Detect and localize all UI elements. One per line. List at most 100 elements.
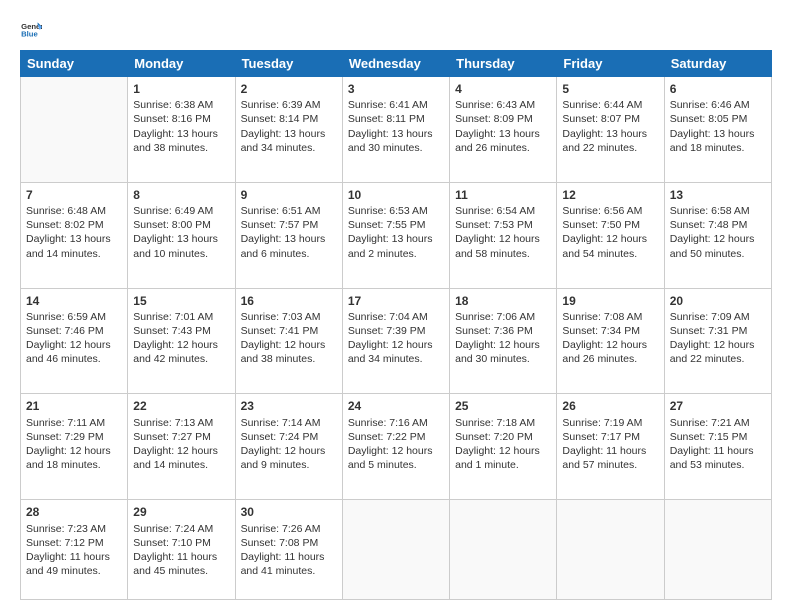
- day-number: 9: [241, 187, 337, 203]
- sunrise: Sunrise: 7:16 AM: [348, 417, 428, 429]
- daylight: Daylight: 12 hours and 9 minutes.: [241, 445, 326, 471]
- sunrise: Sunrise: 6:49 AM: [133, 205, 213, 217]
- day-number: 15: [133, 293, 229, 309]
- calendar-cell: 28 Sunrise: 7:23 AM Sunset: 7:12 PM Dayl…: [21, 500, 128, 600]
- sunset: Sunset: 7:53 PM: [455, 219, 533, 231]
- sunrise: Sunrise: 7:11 AM: [26, 417, 105, 429]
- calendar-cell: 8 Sunrise: 6:49 AM Sunset: 8:00 PM Dayli…: [128, 182, 235, 288]
- sunrise: Sunrise: 6:54 AM: [455, 205, 535, 217]
- sunrise: Sunrise: 7:19 AM: [562, 417, 642, 429]
- sunrise: Sunrise: 6:41 AM: [348, 99, 428, 111]
- sunset: Sunset: 7:08 PM: [241, 537, 319, 549]
- sunset: Sunset: 8:00 PM: [133, 219, 211, 231]
- day-number: 19: [562, 293, 658, 309]
- sunset: Sunset: 7:34 PM: [562, 325, 640, 337]
- calendar-cell: 3 Sunrise: 6:41 AM Sunset: 8:11 PM Dayli…: [342, 77, 449, 183]
- header: General Blue: [20, 18, 772, 40]
- sunset: Sunset: 8:07 PM: [562, 113, 640, 125]
- calendar-cell: [557, 500, 664, 600]
- sunset: Sunset: 7:12 PM: [26, 537, 104, 549]
- day-number: 7: [26, 187, 122, 203]
- calendar-cell: 7 Sunrise: 6:48 AM Sunset: 8:02 PM Dayli…: [21, 182, 128, 288]
- sunrise: Sunrise: 7:21 AM: [670, 417, 750, 429]
- daylight: Daylight: 13 hours and 26 minutes.: [455, 128, 540, 154]
- day-number: 12: [562, 187, 658, 203]
- day-number: 6: [670, 81, 766, 97]
- sunrise: Sunrise: 7:24 AM: [133, 523, 213, 535]
- calendar-cell: 21 Sunrise: 7:11 AM Sunset: 7:29 PM Dayl…: [21, 394, 128, 500]
- sunset: Sunset: 7:22 PM: [348, 431, 426, 443]
- calendar-header-monday: Monday: [128, 51, 235, 77]
- day-number: 20: [670, 293, 766, 309]
- day-number: 16: [241, 293, 337, 309]
- sunrise: Sunrise: 7:01 AM: [133, 311, 213, 323]
- sunset: Sunset: 8:14 PM: [241, 113, 319, 125]
- calendar-cell: 5 Sunrise: 6:44 AM Sunset: 8:07 PM Dayli…: [557, 77, 664, 183]
- calendar-cell: 12 Sunrise: 6:56 AM Sunset: 7:50 PM Dayl…: [557, 182, 664, 288]
- calendar-header-wednesday: Wednesday: [342, 51, 449, 77]
- calendar-week-row: 14 Sunrise: 6:59 AM Sunset: 7:46 PM Dayl…: [21, 288, 772, 394]
- sunrise: Sunrise: 6:46 AM: [670, 99, 750, 111]
- page: General Blue SundayMondayTuesdayWednesda…: [0, 0, 792, 612]
- day-number: 11: [455, 187, 551, 203]
- calendar-cell: 15 Sunrise: 7:01 AM Sunset: 7:43 PM Dayl…: [128, 288, 235, 394]
- sunset: Sunset: 7:24 PM: [241, 431, 319, 443]
- day-number: 3: [348, 81, 444, 97]
- calendar-header-tuesday: Tuesday: [235, 51, 342, 77]
- daylight: Daylight: 12 hours and 46 minutes.: [26, 339, 111, 365]
- logo: General Blue: [20, 18, 46, 40]
- daylight: Daylight: 13 hours and 34 minutes.: [241, 128, 326, 154]
- sunrise: Sunrise: 6:56 AM: [562, 205, 642, 217]
- sunrise: Sunrise: 7:03 AM: [241, 311, 321, 323]
- sunrise: Sunrise: 6:38 AM: [133, 99, 213, 111]
- sunrise: Sunrise: 6:44 AM: [562, 99, 642, 111]
- day-number: 17: [348, 293, 444, 309]
- calendar-cell: 6 Sunrise: 6:46 AM Sunset: 8:05 PM Dayli…: [664, 77, 771, 183]
- sunset: Sunset: 7:36 PM: [455, 325, 533, 337]
- daylight: Daylight: 13 hours and 6 minutes.: [241, 233, 326, 259]
- day-number: 28: [26, 504, 122, 520]
- daylight: Daylight: 13 hours and 14 minutes.: [26, 233, 111, 259]
- day-number: 25: [455, 398, 551, 414]
- calendar-cell: [342, 500, 449, 600]
- day-number: 30: [241, 504, 337, 520]
- day-number: 5: [562, 81, 658, 97]
- sunrise: Sunrise: 6:59 AM: [26, 311, 106, 323]
- sunset: Sunset: 7:50 PM: [562, 219, 640, 231]
- day-number: 29: [133, 504, 229, 520]
- sunset: Sunset: 7:39 PM: [348, 325, 426, 337]
- day-number: 23: [241, 398, 337, 414]
- daylight: Daylight: 12 hours and 1 minute.: [455, 445, 540, 471]
- sunrise: Sunrise: 7:26 AM: [241, 523, 321, 535]
- calendar-header-sunday: Sunday: [21, 51, 128, 77]
- day-number: 24: [348, 398, 444, 414]
- calendar-cell: 17 Sunrise: 7:04 AM Sunset: 7:39 PM Dayl…: [342, 288, 449, 394]
- daylight: Daylight: 12 hours and 38 minutes.: [241, 339, 326, 365]
- sunset: Sunset: 8:09 PM: [455, 113, 533, 125]
- calendar-week-row: 28 Sunrise: 7:23 AM Sunset: 7:12 PM Dayl…: [21, 500, 772, 600]
- calendar-cell: 23 Sunrise: 7:14 AM Sunset: 7:24 PM Dayl…: [235, 394, 342, 500]
- calendar-header-row: SundayMondayTuesdayWednesdayThursdayFrid…: [21, 51, 772, 77]
- calendar-cell: 26 Sunrise: 7:19 AM Sunset: 7:17 PM Dayl…: [557, 394, 664, 500]
- day-number: 18: [455, 293, 551, 309]
- day-number: 26: [562, 398, 658, 414]
- calendar-header-saturday: Saturday: [664, 51, 771, 77]
- calendar-week-row: 7 Sunrise: 6:48 AM Sunset: 8:02 PM Dayli…: [21, 182, 772, 288]
- daylight: Daylight: 12 hours and 34 minutes.: [348, 339, 433, 365]
- svg-text:Blue: Blue: [21, 30, 38, 39]
- daylight: Daylight: 12 hours and 18 minutes.: [26, 445, 111, 471]
- sunrise: Sunrise: 7:06 AM: [455, 311, 535, 323]
- sunset: Sunset: 7:20 PM: [455, 431, 533, 443]
- daylight: Daylight: 13 hours and 10 minutes.: [133, 233, 218, 259]
- sunrise: Sunrise: 6:43 AM: [455, 99, 535, 111]
- daylight: Daylight: 13 hours and 38 minutes.: [133, 128, 218, 154]
- sunset: Sunset: 7:31 PM: [670, 325, 748, 337]
- day-number: 4: [455, 81, 551, 97]
- day-number: 14: [26, 293, 122, 309]
- sunrise: Sunrise: 6:53 AM: [348, 205, 428, 217]
- calendar-header-thursday: Thursday: [450, 51, 557, 77]
- day-number: 27: [670, 398, 766, 414]
- daylight: Daylight: 12 hours and 30 minutes.: [455, 339, 540, 365]
- daylight: Daylight: 12 hours and 42 minutes.: [133, 339, 218, 365]
- day-number: 1: [133, 81, 229, 97]
